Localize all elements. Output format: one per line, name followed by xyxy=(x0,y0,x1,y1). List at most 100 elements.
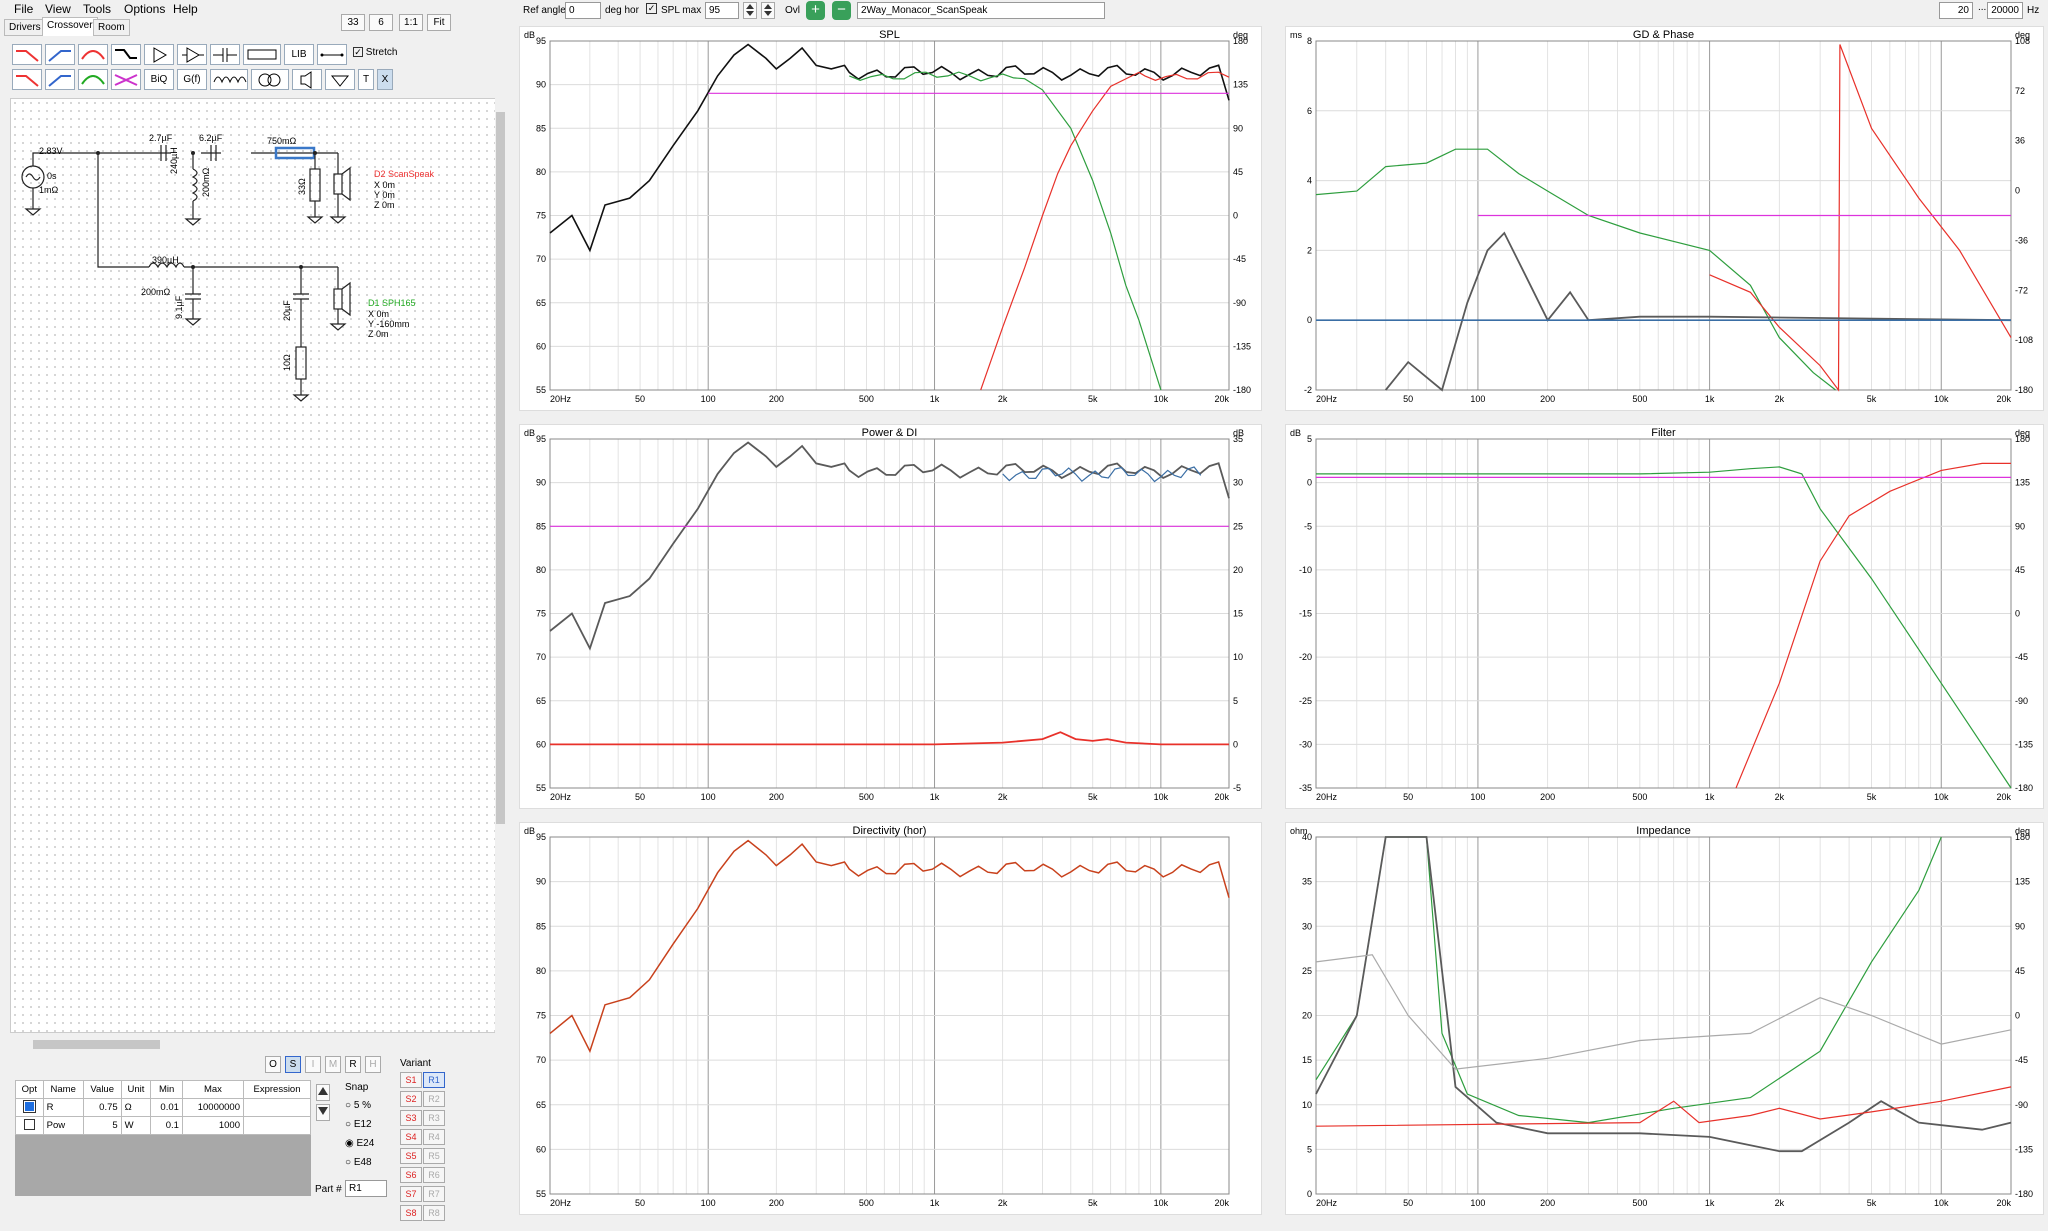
notch-tool[interactable] xyxy=(111,69,141,90)
zoom-1to1-button[interactable]: 1:1 xyxy=(399,14,423,31)
move-down-button[interactable] xyxy=(316,1104,330,1121)
spl-max-field[interactable]: 95 xyxy=(705,2,739,19)
mode-r-button[interactable]: R xyxy=(345,1056,361,1073)
highpass-blue-tool[interactable] xyxy=(45,44,75,65)
stretch-checkbox[interactable]: ✓ xyxy=(353,47,363,57)
c2-label[interactable]: 6.2µF xyxy=(199,133,222,143)
amp-tool[interactable] xyxy=(144,44,174,65)
zoom-fit-button[interactable]: Fit xyxy=(427,14,451,31)
variant-s2-button[interactable]: S2 xyxy=(400,1091,422,1107)
freq-min-field[interactable]: 20 xyxy=(1939,2,1973,19)
filter-plot[interactable]: FilterdB deg50-5-10-15-20-25-30-351801359… xyxy=(1286,425,2043,808)
prop-value[interactable]: 5 xyxy=(82,1116,122,1135)
prop-max[interactable]: 1000 xyxy=(181,1116,245,1135)
variant-r1-button[interactable]: R1 xyxy=(423,1072,445,1088)
capacitor-tool[interactable] xyxy=(210,44,240,65)
variant-r4-button[interactable]: R4 xyxy=(423,1129,445,1145)
wire-tool[interactable] xyxy=(317,44,347,65)
snap-e24-radio[interactable]: ◉ E24 xyxy=(345,1134,374,1153)
variant-s1-button[interactable]: S1 xyxy=(400,1072,422,1088)
lowpass2-tool[interactable] xyxy=(12,69,42,90)
menu-options[interactable]: Options xyxy=(124,2,165,16)
gf-tool[interactable]: G(f) xyxy=(177,69,207,90)
variant-r3-button[interactable]: R3 xyxy=(423,1110,445,1126)
ref-angle-field[interactable]: 0 xyxy=(565,2,601,19)
mode-o-button[interactable]: O xyxy=(265,1056,281,1073)
variant-r6-button[interactable]: R6 xyxy=(423,1167,445,1183)
lowpass-red-tool[interactable] xyxy=(12,44,42,65)
dir-plot[interactable]: Directivity (hor) dB95 90 85 80 75 70 65 60 55 20H… xyxy=(520,823,1261,1214)
mode-m-button[interactable]: M xyxy=(325,1056,341,1073)
l2-label[interactable]: 390µH xyxy=(152,255,179,265)
inductor-tool[interactable] xyxy=(210,69,248,90)
variant-r7-button[interactable]: R7 xyxy=(423,1186,445,1202)
schematic-vscrollbar[interactable] xyxy=(495,98,506,1033)
shelf-tool[interactable] xyxy=(111,44,141,65)
snap-e48-radio[interactable]: ○ E48 xyxy=(345,1153,374,1172)
d2-driver-label[interactable]: D2 ScanSpeak xyxy=(374,169,434,179)
variant-s4-button[interactable]: S4 xyxy=(400,1129,422,1145)
move-up-button[interactable] xyxy=(316,1084,330,1101)
c3-label[interactable]: 9.1µF xyxy=(174,296,184,319)
l1-label[interactable]: 240µH xyxy=(169,147,179,174)
menu-tools[interactable]: Tools xyxy=(83,2,111,16)
speaker-tool[interactable] xyxy=(292,69,322,90)
mode-i-button[interactable]: I xyxy=(305,1056,321,1073)
gd-plot[interactable]: GD & Phasems deg86420-210872360-36-72-108… xyxy=(1286,27,2043,410)
buffer-tool[interactable] xyxy=(177,44,207,65)
table-row[interactable]: Pow 5 W 0.1 1000 xyxy=(15,1116,311,1135)
pdi-plot[interactable]: Power & DIdB dB95908580757065605535302520… xyxy=(520,425,1261,808)
schematic-hscrollbar[interactable] xyxy=(21,1038,499,1051)
spl-max-checkbox[interactable]: ✓ xyxy=(646,3,657,14)
highpass2-tool[interactable] xyxy=(45,69,75,90)
prop-expression[interactable] xyxy=(243,1116,311,1135)
d1-driver-label[interactable]: D1 SPH165 xyxy=(368,298,416,308)
part-number-field[interactable]: R1 xyxy=(345,1180,387,1197)
mode-s-button[interactable]: S xyxy=(285,1056,301,1073)
freq-max-field[interactable]: 20000 xyxy=(1987,2,2023,19)
transformer-tool[interactable] xyxy=(251,69,289,90)
library-tool[interactable]: LIB xyxy=(284,44,314,65)
mode-h-button[interactable]: H xyxy=(365,1056,381,1073)
table-row[interactable]: R 0.75 Ω 0.01 10000000 xyxy=(15,1098,311,1117)
biquad-tool[interactable]: BiQ xyxy=(144,69,174,90)
variant-r2-button[interactable]: R2 xyxy=(423,1091,445,1107)
prop-expression[interactable] xyxy=(243,1098,311,1117)
r2-label[interactable]: 33Ω xyxy=(297,178,307,195)
menu-help[interactable]: Help xyxy=(173,2,198,16)
c1-label[interactable]: 2.7µF xyxy=(149,133,172,143)
text-tool[interactable]: T xyxy=(358,69,374,90)
variant-s5-button[interactable]: S5 xyxy=(400,1148,422,1164)
prop-min[interactable]: 0.1 xyxy=(150,1116,183,1135)
opt-checkbox[interactable] xyxy=(15,1098,44,1117)
variant-r8-button[interactable]: R8 xyxy=(423,1205,445,1221)
tab-drivers[interactable]: Drivers xyxy=(4,19,46,36)
spl-spin-button[interactable] xyxy=(743,2,757,19)
variant-s6-button[interactable]: S6 xyxy=(400,1167,422,1183)
resistor-tool[interactable] xyxy=(243,44,281,65)
delete-tool[interactable]: X xyxy=(377,69,393,90)
remove-overlay-button[interactable]: − xyxy=(832,1,851,20)
opt-checkbox[interactable] xyxy=(15,1116,44,1135)
imp-plot[interactable]: Impedanceohm deg4035302520151050180135904… xyxy=(1286,823,2043,1214)
stretch-toggle[interactable]: ✓ Stretch xyxy=(353,47,413,58)
bandpass-tool[interactable] xyxy=(78,44,108,65)
zoom-b-field[interactable]: 6 xyxy=(369,14,393,31)
snap-e12-radio[interactable]: ○ E12 xyxy=(345,1115,374,1134)
variant-r5-button[interactable]: R5 xyxy=(423,1148,445,1164)
tab-crossover[interactable]: Crossover xyxy=(42,17,98,36)
snap-5pct-radio[interactable]: ○ 5 % xyxy=(345,1096,374,1115)
spl-plot[interactable]: SPLdB deg95908580757065605518013590450-45… xyxy=(520,27,1261,410)
zoom-a-field[interactable]: 33 xyxy=(341,14,365,31)
schematic-canvas[interactable]: 2.83V 0s 1mΩ 2.7µF 6.2µF 750mΩ 240µH 200… xyxy=(10,98,499,1051)
variant-s3-button[interactable]: S3 xyxy=(400,1110,422,1126)
menu-view[interactable]: View xyxy=(45,2,71,16)
prop-value[interactable]: 0.75 xyxy=(82,1098,122,1117)
project-name-field[interactable]: 2Way_Monacor_ScanSpeak xyxy=(857,2,1105,19)
hscroll-thumb[interactable] xyxy=(33,1040,160,1049)
ground-tool[interactable] xyxy=(325,69,355,90)
prop-max[interactable]: 10000000 xyxy=(181,1098,245,1117)
tab-room[interactable]: Room xyxy=(93,19,130,36)
prop-min[interactable]: 0.01 xyxy=(150,1098,183,1117)
r3-label[interactable]: 10Ω xyxy=(282,354,292,371)
